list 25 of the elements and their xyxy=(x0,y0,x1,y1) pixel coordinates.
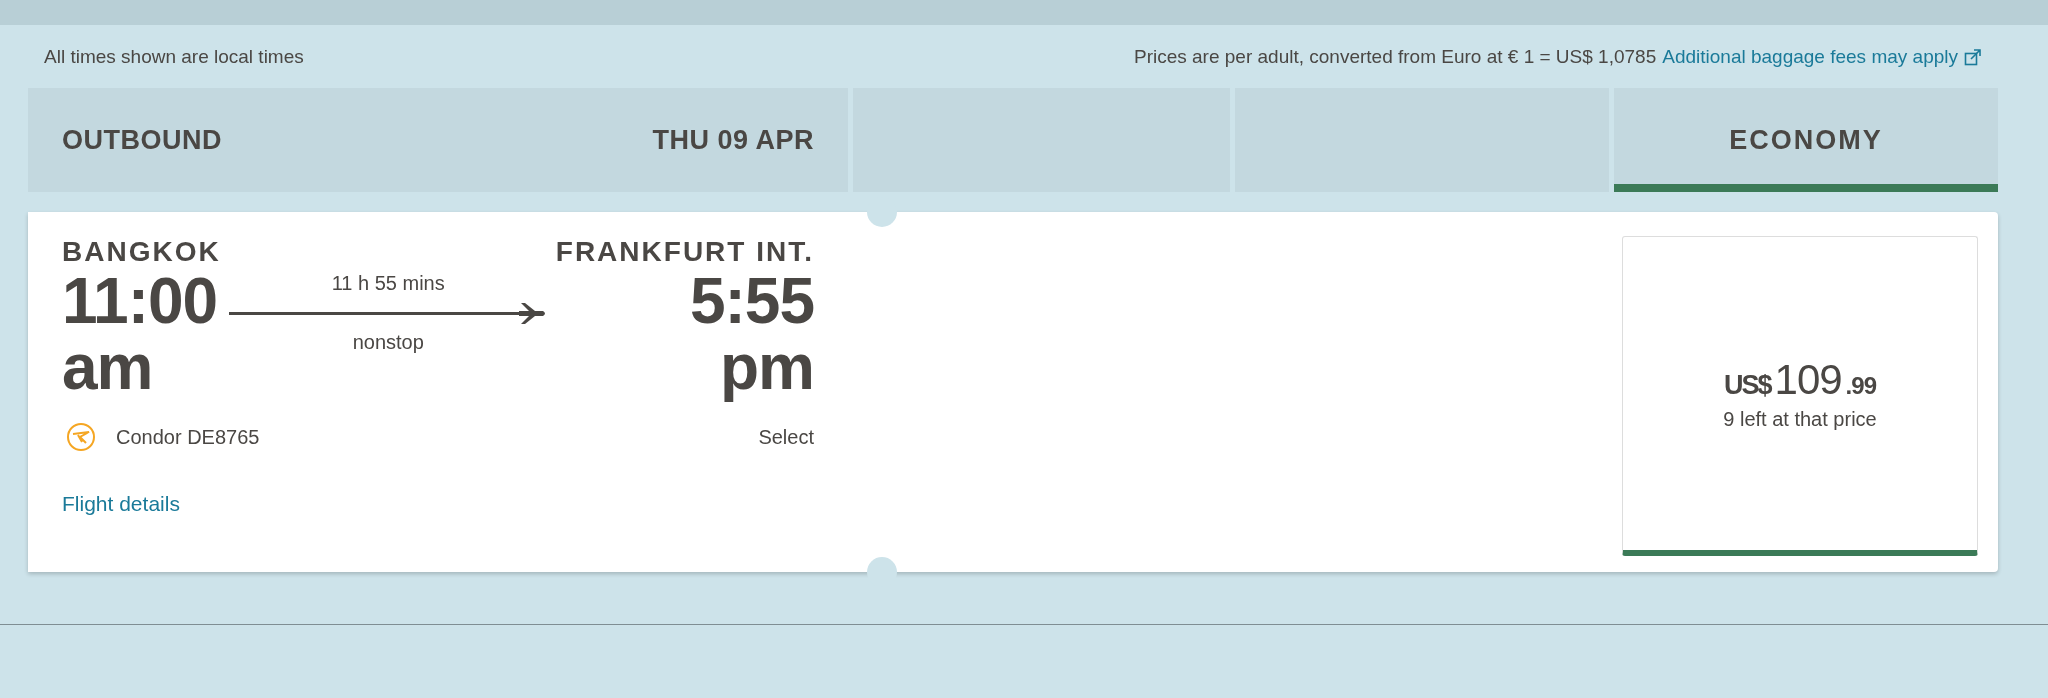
fare-class-tab[interactable]: ECONOMY xyxy=(1614,88,1998,192)
date-label: THU 09 APR xyxy=(652,124,814,156)
direction-label: OUTBOUND xyxy=(62,124,222,156)
price-note: Prices are per adult, converted from Euro at € 1 = US$ 1,0785 xyxy=(1133,45,1657,68)
destination-city: FRANKFURT INT. xyxy=(555,236,814,268)
price-cents: .99 xyxy=(1845,372,1876,400)
departure-time: 11:00 xyxy=(62,268,219,334)
arrival-time: 5:55 xyxy=(689,268,814,334)
flight-details-link[interactable]: Flight details xyxy=(62,492,814,516)
price-amount: 109 xyxy=(1774,356,1842,404)
select-link[interactable]: Select xyxy=(758,425,814,449)
departure-period: am xyxy=(62,334,154,400)
arrival-period: pm xyxy=(720,334,814,400)
external-link-icon xyxy=(1964,47,1982,66)
stops-label: nonstop xyxy=(352,331,424,354)
fare-option[interactable]: US$109.99 9 left at that price xyxy=(1622,236,1978,556)
local-times-note: All times shown are local times xyxy=(44,45,304,68)
flight-path-arrow-icon xyxy=(229,301,548,325)
seats-left: 9 left at that price xyxy=(1723,408,1877,431)
airline-flight-number: Condor DE8765 xyxy=(116,425,260,449)
price-currency: US$ xyxy=(1724,370,1771,401)
airline-logo-icon xyxy=(66,422,96,452)
origin-city: BANGKOK xyxy=(62,236,221,268)
baggage-fees-link[interactable]: Additional baggage fees may apply xyxy=(1662,45,1958,68)
flight-duration: 11 h 55 mins xyxy=(331,272,445,295)
